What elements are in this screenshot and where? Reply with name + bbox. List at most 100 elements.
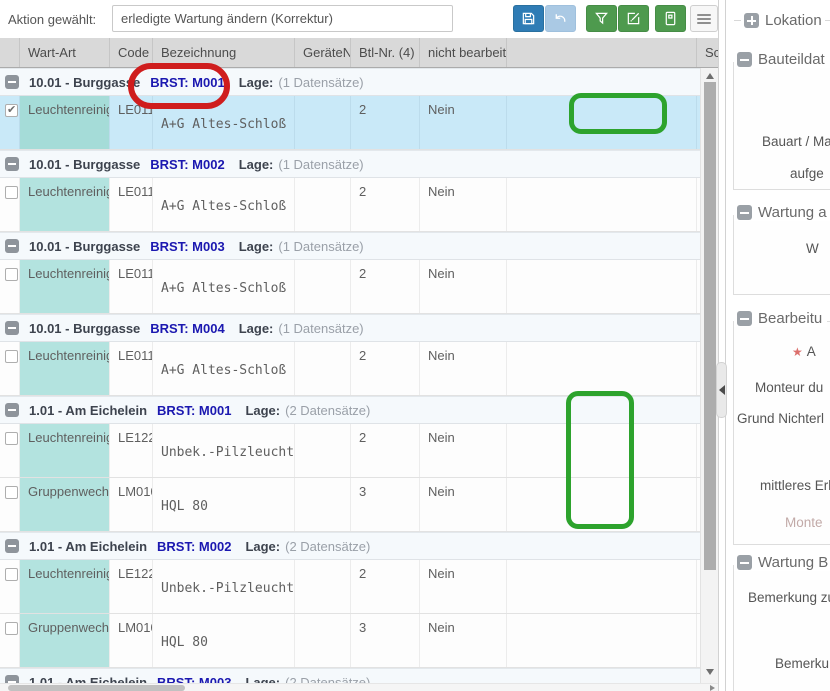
edit-icon xyxy=(626,11,641,26)
group-count: (1 Datensätze) xyxy=(278,157,363,172)
group-lage-label: Lage: xyxy=(245,539,280,554)
group-brst: BRST: M004 xyxy=(150,321,224,336)
col-code[interactable]: Code xyxy=(110,38,153,67)
bezeichnung-cell: HQL 80 xyxy=(153,478,295,531)
checkbox-cell xyxy=(0,424,20,477)
nicht-bearbeitbar-cell: Nein xyxy=(420,260,507,313)
group-location: 10.01 - Burggasse xyxy=(29,321,140,336)
scroll-right-icon[interactable] xyxy=(710,685,715,691)
empty-cell xyxy=(507,560,697,613)
bezeichnung-cell: A+G Altes-Schloß Aufsatzl. xyxy=(153,96,295,149)
collapse-section-icon[interactable] xyxy=(737,555,752,570)
action-select[interactable] xyxy=(112,5,453,32)
field-label-monte-muted: Monte xyxy=(785,515,823,530)
menu-button[interactable] xyxy=(690,5,718,32)
expand-section-icon[interactable] xyxy=(744,13,759,28)
collapse-group-icon[interactable] xyxy=(5,75,19,89)
group-header: 10.01 - Burggasse BRST: M003 Lage: (1 Da… xyxy=(0,232,718,260)
row-checkbox[interactable] xyxy=(5,568,18,581)
collapse-section-icon[interactable] xyxy=(737,52,752,67)
col-nicht-bearbeitbar[interactable]: nicht bearbeitbar xyxy=(420,38,507,67)
table-row[interactable]: Gruppenwechsel LM010 HQL 80 3 Nein xyxy=(0,614,718,668)
checkbox-cell xyxy=(0,614,20,667)
empty-cell xyxy=(507,96,697,149)
geraetenr-cell xyxy=(295,614,351,667)
field-label-bemerku: Bemerku xyxy=(775,656,829,671)
table-row[interactable]: Leuchtenreinigung LE011 A+G Altes-Schloß… xyxy=(0,96,718,150)
collapse-group-icon[interactable] xyxy=(5,321,19,335)
col-empty[interactable] xyxy=(507,38,697,67)
wart-art-cell: Leuchtenreinigung xyxy=(20,342,110,395)
section-title: Bauteildat xyxy=(758,51,825,68)
geraetenr-cell xyxy=(295,424,351,477)
btl-nr-cell: 2 xyxy=(351,342,420,395)
maintenance-table: Wart-Art Code Bezeichnung GeräteNr. Btl-… xyxy=(0,38,718,691)
vertical-scrollbar-thumb[interactable] xyxy=(704,82,716,570)
checkbox-cell xyxy=(0,260,20,313)
collapse-group-icon[interactable] xyxy=(5,157,19,171)
section-wartung-a: Wartung a xyxy=(734,204,830,221)
col-bezeichnung[interactable]: Bezeichnung xyxy=(153,38,295,67)
edit-button[interactable] xyxy=(618,5,649,32)
save-button[interactable] xyxy=(513,5,544,32)
btl-nr-cell: 3 xyxy=(351,614,420,667)
col-sc[interactable]: Sc xyxy=(697,38,718,67)
collapse-group-icon[interactable] xyxy=(5,403,19,417)
table-row[interactable]: Gruppenwechsel LM010 HQL 80 3 Nein xyxy=(0,478,718,532)
row-checkbox[interactable] xyxy=(5,350,18,363)
geraetenr-cell xyxy=(295,342,351,395)
scroll-down-icon[interactable] xyxy=(706,669,714,675)
nicht-bearbeitbar-cell: Nein xyxy=(420,478,507,531)
detail-panel: Lokation Bauteildat Bauart / Ma aufge Wa… xyxy=(726,0,830,691)
empty-cell xyxy=(507,342,697,395)
panel-splitter[interactable] xyxy=(718,0,726,691)
horizontal-scrollbar-thumb[interactable] xyxy=(8,685,185,691)
section-lokation: Lokation xyxy=(728,12,830,29)
undo-button[interactable] xyxy=(545,5,576,32)
field-label-grund: Grund Nichterl xyxy=(737,411,824,426)
row-checkbox[interactable] xyxy=(5,186,18,199)
scroll-up-icon[interactable] xyxy=(706,73,714,79)
nicht-bearbeitbar-cell: Nein xyxy=(420,614,507,667)
table-row[interactable]: Leuchtenreinigung LE011 A+G Altes-Schloß… xyxy=(0,342,718,396)
save-icon xyxy=(521,11,536,26)
group-header: 1.01 - Am Eichelein BRST: M002 Lage: (2 … xyxy=(0,532,718,560)
row-checkbox[interactable] xyxy=(5,432,18,445)
table-row[interactable]: Leuchtenreinigung LE122 Unbek.-Pilzleuch… xyxy=(0,560,718,614)
row-checkbox[interactable] xyxy=(5,486,18,499)
table-row[interactable]: Leuchtenreinigung LE011 A+G Altes-Schloß… xyxy=(0,178,718,232)
checkbox-cell xyxy=(0,560,20,613)
filter-icon xyxy=(594,11,609,26)
horizontal-scrollbar[interactable] xyxy=(0,683,718,691)
code-cell: LE122 xyxy=(110,560,153,613)
collapse-section-icon[interactable] xyxy=(737,311,752,326)
field-label-w: W xyxy=(806,241,819,256)
row-checkbox[interactable] xyxy=(5,622,18,635)
table-row[interactable]: Leuchtenreinigung LE011 A+G Altes-Schloß… xyxy=(0,260,718,314)
table-header: Wart-Art Code Bezeichnung GeräteNr. Btl-… xyxy=(0,38,718,68)
col-btl-nr[interactable]: Btl-Nr. (4)↑ xyxy=(351,38,420,67)
group-lage-label: Lage: xyxy=(239,75,274,90)
journal-button[interactable] xyxy=(655,5,686,32)
row-checkbox[interactable] xyxy=(5,268,18,281)
required-icon: ★ xyxy=(792,345,803,359)
group-count: (1 Datensätze) xyxy=(278,321,363,336)
group-lage-label: Lage: xyxy=(245,403,280,418)
nicht-bearbeitbar-cell: Nein xyxy=(420,96,507,149)
code-cell: LE011 xyxy=(110,260,153,313)
col-wart-art[interactable]: Wart-Art xyxy=(20,38,110,67)
panel-collapse-handle[interactable] xyxy=(716,362,727,418)
collapse-group-icon[interactable] xyxy=(5,539,19,553)
action-toolbar: Aktion gewählt: xyxy=(0,0,718,38)
filter-button[interactable] xyxy=(586,5,617,32)
app-window: Aktion gewählt: Wart-Art Code Bezeichnun… xyxy=(0,0,830,691)
row-checkbox[interactable] xyxy=(5,104,18,117)
geraetenr-cell xyxy=(295,560,351,613)
collapse-group-icon[interactable] xyxy=(5,239,19,253)
col-geraetenr[interactable]: GeräteNr. xyxy=(295,38,351,67)
collapse-section-icon[interactable] xyxy=(737,205,752,220)
table-row[interactable]: Leuchtenreinigung LE122 Unbek.-Pilzleuch… xyxy=(0,424,718,478)
bezeichnung-cell: A+G Altes-Schloß Aufsatzl. xyxy=(153,342,295,395)
col-checkbox[interactable] xyxy=(0,38,20,67)
field-label-bauart: Bauart / Ma xyxy=(762,134,830,149)
